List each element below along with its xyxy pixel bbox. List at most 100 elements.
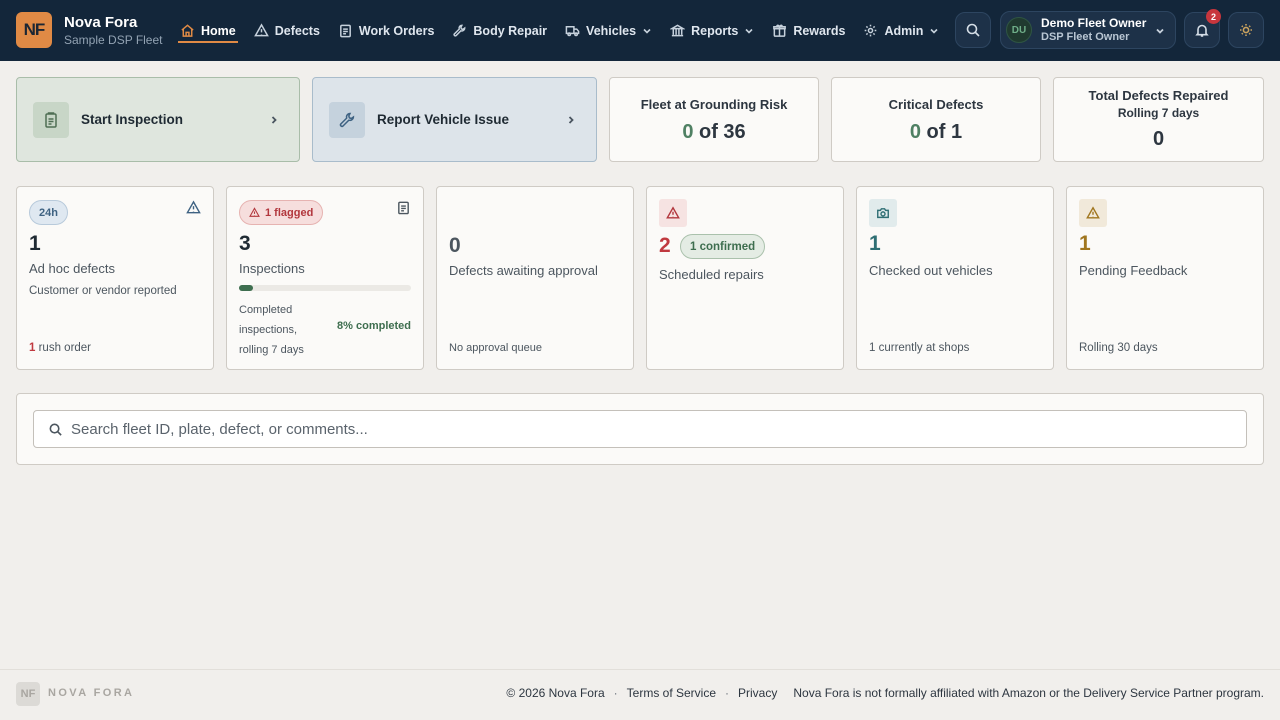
nav-home[interactable]: Home <box>172 0 244 61</box>
critical-defects-count: 0 <box>909 121 921 143</box>
report-vehicle-issue-label: Report Vehicle Issue <box>377 112 510 127</box>
alert-icon-box <box>659 199 687 227</box>
clipboard-icon <box>339 24 351 38</box>
inspections-sub-line3: rolling 7 days <box>239 344 304 356</box>
grounding-risk-value: 0 of 36 <box>610 121 818 144</box>
user-menu[interactable]: DU Demo Fleet Owner DSP Fleet Owner <box>1000 11 1176 49</box>
inspections-card[interactable]: 1 flagged 3 Inspections Completed inspec… <box>226 186 424 370</box>
chevron-right-icon <box>568 116 574 124</box>
nav-reports-label: Reports <box>691 23 739 38</box>
nav-work-orders-label: Work Orders <box>358 23 435 38</box>
nav-vehicles-label: Vehicles <box>586 23 637 38</box>
scheduled-repairs-card[interactable]: 2 1 confirmed Scheduled repairs <box>646 186 844 370</box>
rush-order-text: rush order <box>35 342 92 354</box>
app-logo[interactable]: NF <box>16 12 52 48</box>
start-inspection-button[interactable]: Start Inspection <box>16 77 300 162</box>
report-vehicle-issue-button[interactable]: Report Vehicle Issue <box>312 77 597 162</box>
search-icon <box>49 423 62 436</box>
warning-icon <box>666 206 680 219</box>
defects-repaired-value: 0 <box>1152 128 1165 150</box>
pending-feedback-value: 1 <box>1079 232 1091 255</box>
inspections-sub: Completed inspections, rolling 7 days <box>239 300 304 360</box>
chevron-down-icon <box>1156 28 1164 34</box>
start-inspection-label: Start Inspection <box>81 112 184 127</box>
warning-icon <box>1086 206 1100 219</box>
fleet-name: Sample DSP Fleet <box>64 33 163 47</box>
wrench-icon <box>339 112 355 127</box>
flagged-badge: 1 flagged <box>239 200 324 225</box>
gift-icon <box>773 24 787 37</box>
critical-defects-card[interactable]: Critical Defects 0 of 1 <box>831 77 1041 162</box>
bank-icon <box>670 24 686 37</box>
rush-order-count: 1 rush order <box>29 342 91 354</box>
defects-repaired-title: Total Defects Repaired <box>1088 88 1229 103</box>
grounding-risk-title: Fleet at Grounding Risk <box>640 97 788 112</box>
user-info: Demo Fleet Owner DSP Fleet Owner <box>1041 16 1146 44</box>
feedback-period: Rolling 30 days <box>1079 342 1158 354</box>
user-role: DSP Fleet Owner <box>1041 31 1130 43</box>
scheduled-repairs-label: Scheduled repairs <box>659 267 764 282</box>
grounding-risk-count: 0 <box>682 121 694 143</box>
inspections-value: 3 <box>239 232 251 255</box>
adhoc-defects-card[interactable]: 24h 1 Ad hoc defects Customer or vendor … <box>16 186 214 370</box>
terms-link[interactable]: Terms of Service <box>627 686 716 700</box>
inspection-icon-box <box>33 101 69 138</box>
awaiting-approval-label: Defects awaiting approval <box>449 263 598 278</box>
checked-out-vehicles-card[interactable]: 1 Checked out vehicles 1 currently at sh… <box>856 186 1054 370</box>
app-name: Nova Fora <box>64 14 138 31</box>
theme-toggle-button[interactable] <box>1228 12 1264 48</box>
nav-home-label: Home <box>201 23 236 38</box>
chevron-right-icon <box>271 116 277 124</box>
nav-defects[interactable]: Defects <box>246 0 328 61</box>
user-name: Demo Fleet Owner <box>1041 16 1147 30</box>
brand: Nova Fora Sample DSP Fleet <box>64 14 163 48</box>
nav-rewards-label: Rewards <box>793 23 846 38</box>
vehicles-at-shops: 1 currently at shops <box>869 342 970 354</box>
grounding-risk-card[interactable]: Fleet at Grounding Risk 0 of 36 <box>609 77 819 162</box>
feedback-icon-box <box>1079 199 1107 227</box>
footer: NF NOVA FORA © 2026 Nova Fora · Terms of… <box>0 669 1280 720</box>
awaiting-approval-card[interactable]: 0 Defects awaiting approval No approval … <box>436 186 634 370</box>
chevron-down-icon <box>745 28 753 34</box>
search-field[interactable] <box>33 410 1247 448</box>
checked-out-vehicles-value: 1 <box>869 232 881 255</box>
critical-defects-total: of 1 <box>921 121 963 143</box>
footer-logo: NF <box>16 682 40 706</box>
nav-admin[interactable]: Admin <box>855 0 947 61</box>
main-nav: Home Defects Work Orders Body Repair Veh… <box>172 0 949 61</box>
footer-links: © 2026 Nova Fora · Terms of Service · Pr… <box>506 686 1264 700</box>
nav-rewards[interactable]: Rewards <box>764 0 853 61</box>
nav-reports[interactable]: Reports <box>662 0 762 61</box>
camera-icon <box>877 208 889 219</box>
defects-repaired-card[interactable]: Total Defects Repaired Rolling 7 days 0 <box>1053 77 1264 162</box>
affiliation-disclaimer: Nova Fora is not formally affiliated wit… <box>793 686 1264 700</box>
inspections-sub-line2: inspections, <box>239 324 298 336</box>
nav-work-orders[interactable]: Work Orders <box>330 0 443 61</box>
truck-icon <box>565 26 580 37</box>
search-button[interactable] <box>955 12 991 48</box>
adhoc-defects-label: Ad hoc defects <box>29 261 115 276</box>
separator-dot: · <box>725 686 730 700</box>
nav-vehicles[interactable]: Vehicles <box>557 0 660 61</box>
search-input[interactable] <box>71 420 1221 438</box>
confirmed-badge: 1 confirmed <box>680 234 766 259</box>
home-icon <box>181 24 194 37</box>
notifications-button[interactable]: 2 <box>1184 9 1221 48</box>
inspections-percent: 8% completed <box>337 320 411 332</box>
search-panel <box>16 393 1264 465</box>
pending-feedback-label: Pending Feedback <box>1079 263 1188 278</box>
checked-out-vehicles-label: Checked out vehicles <box>869 263 993 278</box>
chevron-down-icon <box>930 28 938 34</box>
inspections-label: Inspections <box>239 261 305 276</box>
adhoc-defects-value: 1 <box>29 232 41 255</box>
copyright: © 2026 Nova Fora <box>506 686 605 700</box>
inspections-sub-line1: Completed <box>239 304 293 316</box>
report-icon-box <box>329 101 365 138</box>
privacy-link[interactable]: Privacy <box>738 686 777 700</box>
nav-body-repair[interactable]: Body Repair <box>444 0 555 61</box>
top-bar: NF Nova Fora Sample DSP Fleet Home Defec… <box>0 0 1280 61</box>
pending-feedback-card[interactable]: 1 Pending Feedback Rolling 30 days <box>1066 186 1264 370</box>
warning-icon <box>253 23 269 37</box>
defects-repaired-period: Rolling 7 days <box>1117 106 1200 120</box>
chevron-down-icon <box>643 28 651 34</box>
